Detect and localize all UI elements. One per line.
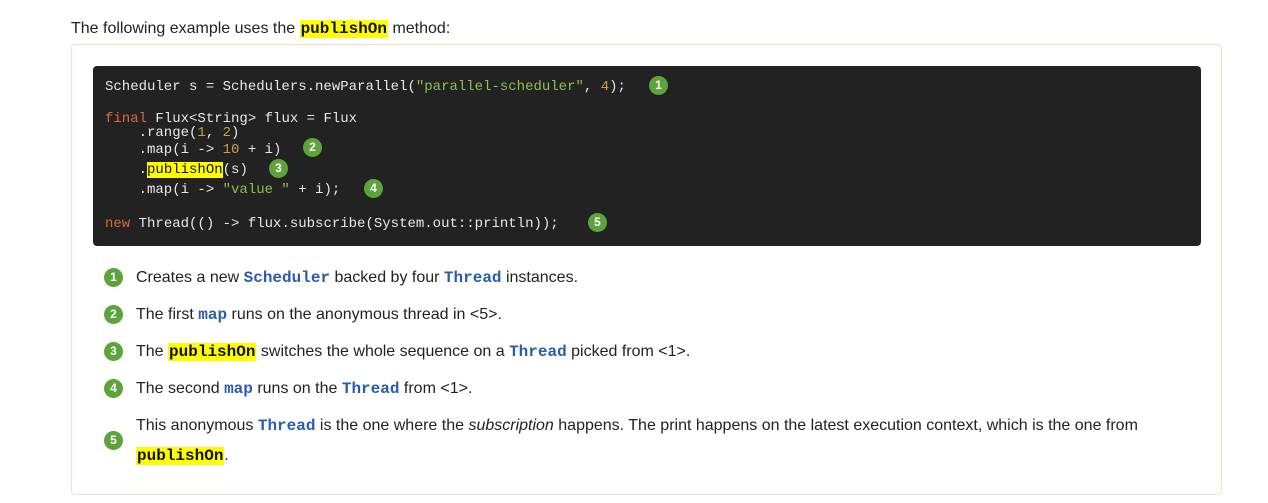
inline-code-scheduler: Scheduler [243, 269, 331, 287]
callout-text: switches the whole sequence on a [260, 343, 505, 360]
code-line-6: .map(i -> "value " + i); [105, 181, 341, 199]
callout-number-2: 2 [104, 305, 123, 324]
code-highlight-publishon: publishOn [147, 162, 223, 178]
callout-text: backed by four [334, 269, 440, 286]
code-number: 1 [197, 125, 206, 141]
callout-text: picked from <1>. [571, 343, 691, 360]
code-text: .range( [105, 125, 198, 141]
callout-text: from <1>. [403, 380, 473, 397]
callout-text-2: The first map runs on the anonymous thre… [136, 304, 502, 326]
code-string: "parallel-scheduler" [415, 79, 584, 95]
code-text: Scheduler s = Schedulers.newParallel( [105, 79, 416, 95]
code-text: ); [609, 79, 626, 95]
callout-text: happens. The print happens on the latest… [558, 417, 1138, 434]
callout-text: runs on the [257, 380, 338, 397]
callout-number-5: 5 [104, 431, 123, 450]
code-text: .map(i -> [105, 142, 223, 158]
callout-badge-3: 3 [269, 159, 288, 178]
inline-code-thread: Thread [443, 269, 502, 287]
callout-text-4: The second map runs on the Thread from <… [136, 378, 472, 400]
code-text: Thread(() -> flux.subscribe(System.out::… [130, 216, 559, 232]
callout-badge-2: 2 [303, 138, 322, 157]
callout-text: The [136, 343, 164, 360]
code-number: 2 [222, 125, 232, 141]
inline-code-publishon: publishOn [168, 343, 257, 361]
code-line-5: .publishOn(s) [105, 161, 248, 179]
intro-method-code: publishOn [299, 20, 388, 38]
inline-code-map: map [198, 306, 228, 324]
callout-text: The first [136, 306, 194, 323]
callout-text: . [224, 447, 229, 464]
code-line-3: .range(1, 2) [105, 124, 240, 142]
code-string: "value " [222, 182, 290, 198]
code-number: 10 [222, 142, 240, 158]
code-text: (s) [222, 162, 248, 178]
code-line-7: new Thread(() -> flux.subscribe(System.o… [105, 215, 559, 233]
inline-code-publishon: publishOn [136, 447, 225, 465]
code-line-1: Scheduler s = Schedulers.newParallel("pa… [105, 78, 626, 96]
code-text: .map(i -> [105, 182, 223, 198]
callout-badge-4: 4 [364, 179, 383, 198]
callout-text-5: This anonymous Thread is the one where t… [136, 415, 1138, 437]
callout-text: The second [136, 380, 220, 397]
inline-code-map: map [224, 380, 253, 398]
callout-emphasis: subscription [468, 417, 554, 434]
callout-text: runs on the anonymous thread in <5>. [231, 306, 502, 323]
callout-badge-1: 1 [649, 76, 668, 95]
callout-text-3: The publishOn switches the whole sequenc… [136, 341, 690, 363]
intro-text: The following example uses the publishOn… [71, 18, 450, 40]
intro-after: method: [392, 20, 451, 37]
code-text: + i); [289, 182, 341, 198]
code-line-4: .map(i -> 10 + i) [105, 141, 282, 159]
callout-text-1: Creates a new Scheduler backed by four T… [136, 267, 578, 289]
callout-text: This anonymous [136, 417, 254, 434]
callout-number-1: 1 [104, 268, 123, 287]
callout-text: instances. [505, 269, 579, 286]
callout-text-5-line-2: publishOn. [136, 445, 229, 467]
code-text: . [105, 162, 148, 178]
callout-text: Creates a new [136, 269, 240, 286]
code-listing[interactable]: Scheduler s = Schedulers.newParallel("pa… [93, 66, 1201, 246]
inline-code-thread: Thread [341, 380, 400, 398]
inline-code-thread: Thread [509, 343, 567, 361]
code-text: + i) [239, 142, 282, 158]
callout-badge-5: 5 [588, 213, 607, 232]
code-number: 4 [600, 79, 610, 95]
code-text: , [583, 79, 601, 95]
callout-text: is the one where the [319, 417, 464, 434]
callout-number-3: 3 [104, 342, 123, 361]
code-text: ) [231, 125, 240, 141]
inline-code-thread: Thread [257, 417, 316, 435]
code-keyword: new [105, 216, 131, 232]
callout-number-4: 4 [104, 379, 123, 398]
intro-before: The following example uses the [71, 20, 296, 37]
code-text: , [205, 125, 223, 141]
